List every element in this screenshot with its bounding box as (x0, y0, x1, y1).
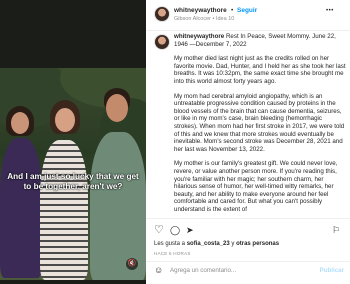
post-actions: ♡ ◯ ➤ ⚐ Les gusta a sofia_costa_23 y otr… (146, 218, 350, 279)
heart-icon[interactable]: ♡ (154, 224, 164, 236)
likes-others-link[interactable]: otras personas (236, 241, 279, 247)
person-left (0, 138, 42, 278)
header-subtitle[interactable]: Gibson Alcocer • Idea 10 (174, 16, 234, 22)
caption-paragraph-3: My mother is our family's greatest gift.… (174, 160, 338, 213)
mute-icon[interactable]: 🔇 (126, 258, 138, 270)
comment-icon[interactable]: ◯ (170, 224, 180, 236)
post-media[interactable]: And I am just so lucky that we get to be… (0, 0, 146, 284)
follow-button[interactable]: Seguir (237, 7, 257, 14)
post-timestamp[interactable]: HACE 6 HORAS (154, 251, 191, 256)
post-header: whitneywaythore • Seguir Gibson Alcocer … (146, 0, 350, 31)
header-username[interactable]: whitneywaythore (174, 7, 227, 14)
share-icon[interactable]: ➤ (186, 224, 194, 236)
comment-input[interactable]: Agrega un comentario... (170, 267, 236, 274)
video-subtitle: And I am just so lucky that we get to be… (7, 172, 139, 191)
caption-avatar[interactable] (154, 34, 170, 50)
caption-paragraph-1: My mother died last night just as the cr… (174, 55, 346, 85)
person-center (40, 140, 88, 280)
post-details-panel: whitneywaythore • Seguir Gibson Alcocer … (146, 0, 350, 284)
emoji-icon[interactable]: ☺ (154, 265, 163, 275)
likes-summary: Les gusta a sofia_costa_23 y otras perso… (154, 241, 279, 247)
publish-button[interactable]: Publicar (320, 267, 344, 274)
person-right (90, 132, 146, 280)
header-separator: • (231, 7, 234, 14)
caption-username[interactable]: whitneywaythore (174, 33, 224, 40)
likes-prefix: Les gusta a (154, 241, 187, 247)
post-caption: whitneywaythore Rest In Peace, Sweet Mom… (174, 33, 346, 220)
bookmark-icon[interactable]: ⚐ (332, 224, 340, 236)
more-options-icon[interactable]: ••• (326, 8, 334, 14)
caption-paragraph-2: My mom had cerebral amyloid angiopathy, … (174, 92, 345, 153)
likes-user-link[interactable]: sofia_costa_23 (187, 241, 230, 247)
avatar[interactable] (154, 6, 170, 22)
comment-bar: ☺ Agrega un comentario... Publicar (146, 261, 350, 280)
